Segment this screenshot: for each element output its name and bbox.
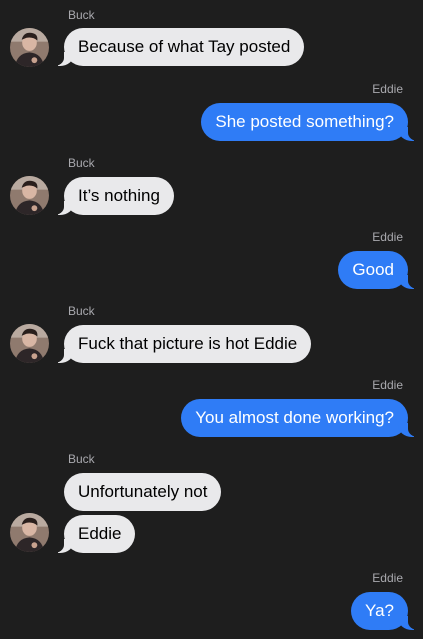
sender-name: Eddie <box>372 230 403 244</box>
message-bubble[interactable]: Eddie <box>50 515 136 553</box>
message-text: You almost done working? <box>195 408 394 427</box>
profile-photo-icon <box>10 28 49 67</box>
message-bubble[interactable]: Good <box>338 251 422 289</box>
sender-name: Eddie <box>372 378 403 392</box>
message-bubble[interactable]: It’s nothing <box>50 177 174 215</box>
profile-photo-icon <box>10 513 49 552</box>
avatar[interactable] <box>10 513 49 552</box>
sender-name: Eddie <box>372 82 403 96</box>
message-bubble[interactable]: Unfortunately not <box>64 473 222 511</box>
message-text: Ya? <box>365 601 394 620</box>
message-text: Eddie <box>78 524 122 543</box>
message-text: Fuck that picture is hot Eddie <box>78 334 298 353</box>
message-bubble[interactable]: She posted something? <box>201 103 422 141</box>
message-text: It’s nothing <box>78 186 160 205</box>
message-text: Because of what Tay posted <box>78 37 291 56</box>
message-bubble[interactable]: Ya? <box>351 592 422 630</box>
avatar[interactable] <box>10 176 49 215</box>
profile-photo-icon <box>10 176 49 215</box>
message-text: She posted something? <box>215 112 394 131</box>
profile-photo-icon <box>10 324 49 363</box>
sender-name: Buck <box>68 304 95 318</box>
message-bubble[interactable]: Fuck that picture is hot Eddie <box>50 325 312 363</box>
sender-name: Buck <box>68 156 95 170</box>
avatar[interactable] <box>10 324 49 363</box>
message-bubble[interactable]: Because of what Tay posted <box>50 28 305 66</box>
message-text: Good <box>352 260 394 279</box>
sender-name: Eddie <box>372 571 403 585</box>
avatar[interactable] <box>10 28 49 67</box>
sender-name: Buck <box>68 8 95 22</box>
sender-name: Buck <box>68 452 95 466</box>
message-text: Unfortunately not <box>78 482 208 501</box>
message-bubble[interactable]: You almost done working? <box>181 399 422 437</box>
